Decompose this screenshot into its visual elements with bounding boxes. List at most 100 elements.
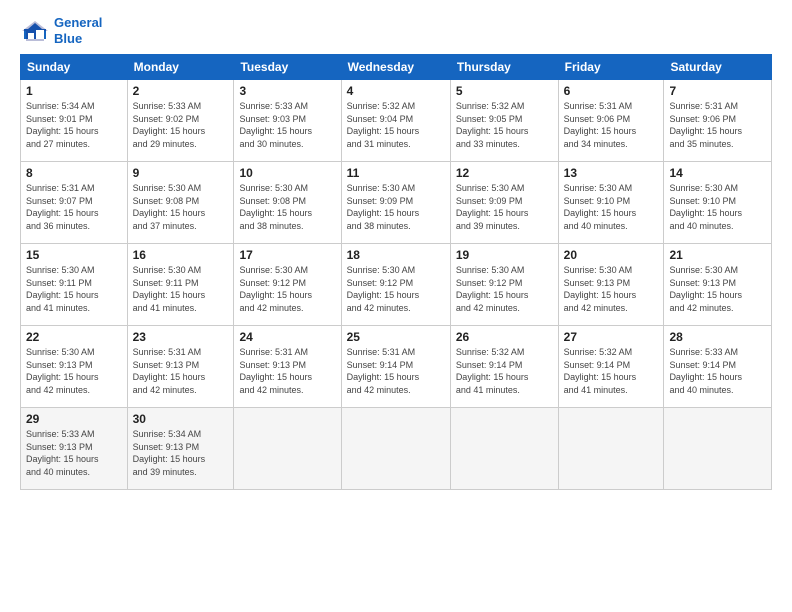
calendar-day-cell: 14 Sunrise: 5:30 AM Sunset: 9:10 PM Dayli… [664,162,772,244]
day-sunrise-sunset-info: Sunrise: 5:30 AM Sunset: 9:10 PM Dayligh… [669,182,766,232]
calendar-day-cell: 4 Sunrise: 5:32 AM Sunset: 9:04 PM Daylig… [341,80,450,162]
calendar-empty-cell [558,408,664,490]
calendar-day-cell: 5 Sunrise: 5:32 AM Sunset: 9:05 PM Daylig… [450,80,558,162]
day-number: 4 [347,84,445,98]
day-sunrise-sunset-info: Sunrise: 5:31 AM Sunset: 9:07 PM Dayligh… [26,182,122,232]
day-number: 30 [133,412,229,426]
day-number: 23 [133,330,229,344]
calendar-empty-cell [664,408,772,490]
day-number: 7 [669,84,766,98]
calendar-day-cell: 10 Sunrise: 5:30 AM Sunset: 9:08 PM Dayli… [234,162,341,244]
day-sunrise-sunset-info: Sunrise: 5:30 AM Sunset: 9:08 PM Dayligh… [239,182,335,232]
header-thursday: Thursday [450,55,558,80]
calendar-day-cell: 16Sunrise: 5:30 AM Sunset: 9:11 PM Dayli… [127,244,234,326]
day-sunrise-sunset-info: Sunrise: 5:32 AM Sunset: 9:14 PM Dayligh… [564,346,659,396]
calendar-day-cell: 15Sunrise: 5:30 AM Sunset: 9:11 PM Dayli… [21,244,128,326]
calendar-day-cell: 2 Sunrise: 5:33 AM Sunset: 9:02 PM Daylig… [127,80,234,162]
day-sunrise-sunset-info: Sunrise: 5:30 AM Sunset: 9:08 PM Dayligh… [133,182,229,232]
day-number: 5 [456,84,553,98]
day-number: 15 [26,248,122,262]
day-number: 14 [669,166,766,180]
day-sunrise-sunset-info: Sunrise: 5:30 AM Sunset: 9:13 PM Dayligh… [669,264,766,314]
calendar-empty-cell [450,408,558,490]
calendar-day-cell: 23 Sunrise: 5:31 AM Sunset: 9:13 PM Dayli… [127,326,234,408]
day-sunrise-sunset-info: Sunrise: 5:31 AM Sunset: 9:06 PM Dayligh… [564,100,659,150]
day-sunrise-sunset-info: Sunrise: 5:32 AM Sunset: 9:05 PM Dayligh… [456,100,553,150]
day-number: 11 [347,166,445,180]
day-sunrise-sunset-info: Sunrise: 5:30 AM Sunset: 9:09 PM Dayligh… [456,182,553,232]
day-sunrise-sunset-info: Sunrise: 5:34 AM Sunset: 9:01 PM Dayligh… [26,100,122,150]
calendar-day-cell: 18Sunrise: 5:30 AM Sunset: 9:12 PM Dayli… [341,244,450,326]
day-sunrise-sunset-info: Sunrise: 5:30 AM Sunset: 9:12 PM Dayligh… [347,264,445,314]
calendar-day-cell: 12 Sunrise: 5:30 AM Sunset: 9:09 PM Dayli… [450,162,558,244]
day-number: 12 [456,166,553,180]
day-number: 22 [26,330,122,344]
day-sunrise-sunset-info: Sunrise: 5:31 AM Sunset: 9:14 PM Dayligh… [347,346,445,396]
day-number: 16 [133,248,229,262]
calendar-week-row: 15Sunrise: 5:30 AM Sunset: 9:11 PM Dayli… [21,244,772,326]
day-sunrise-sunset-info: Sunrise: 5:30 AM Sunset: 9:13 PM Dayligh… [26,346,122,396]
day-number: 10 [239,166,335,180]
day-number: 3 [239,84,335,98]
day-sunrise-sunset-info: Sunrise: 5:32 AM Sunset: 9:04 PM Dayligh… [347,100,445,150]
header-tuesday: Tuesday [234,55,341,80]
calendar-day-cell: 29 Sunrise: 5:33 AM Sunset: 9:13 PM Dayli… [21,408,128,490]
day-number: 9 [133,166,229,180]
header-sunday: Sunday [21,55,128,80]
day-sunrise-sunset-info: Sunrise: 5:30 AM Sunset: 9:12 PM Dayligh… [239,264,335,314]
day-number: 13 [564,166,659,180]
day-number: 19 [456,248,553,262]
calendar-day-cell: 26Sunrise: 5:32 AM Sunset: 9:14 PM Dayli… [450,326,558,408]
header-monday: Monday [127,55,234,80]
calendar-day-cell: 7Sunrise: 5:31 AM Sunset: 9:06 PM Daylig… [664,80,772,162]
calendar-day-cell: 8 Sunrise: 5:31 AM Sunset: 9:07 PM Daylig… [21,162,128,244]
calendar-header-row: Sunday Monday Tuesday Wednesday Thursday… [21,55,772,80]
calendar-day-cell: 11 Sunrise: 5:30 AM Sunset: 9:09 PM Dayli… [341,162,450,244]
day-number: 6 [564,84,659,98]
calendar-week-row: 1 Sunrise: 5:34 AM Sunset: 9:01 PM Daylig… [21,80,772,162]
calendar-week-row: 22 Sunrise: 5:30 AM Sunset: 9:13 PM Dayli… [21,326,772,408]
calendar-empty-cell [234,408,341,490]
logo-icon [20,19,50,43]
day-number: 20 [564,248,659,262]
day-sunrise-sunset-info: Sunrise: 5:33 AM Sunset: 9:13 PM Dayligh… [26,428,122,478]
calendar-day-cell: 22 Sunrise: 5:30 AM Sunset: 9:13 PM Dayli… [21,326,128,408]
day-number: 24 [239,330,335,344]
calendar-day-cell: 21Sunrise: 5:30 AM Sunset: 9:13 PM Dayli… [664,244,772,326]
day-number: 17 [239,248,335,262]
day-number: 8 [26,166,122,180]
logo-text: General Blue [54,15,102,46]
calendar-day-cell: 9 Sunrise: 5:30 AM Sunset: 9:08 PM Daylig… [127,162,234,244]
calendar-empty-cell [341,408,450,490]
day-sunrise-sunset-info: Sunrise: 5:33 AM Sunset: 9:14 PM Dayligh… [669,346,766,396]
day-number: 29 [26,412,122,426]
logo: General Blue [20,15,102,46]
day-sunrise-sunset-info: Sunrise: 5:31 AM Sunset: 9:13 PM Dayligh… [133,346,229,396]
day-number: 28 [669,330,766,344]
calendar-week-row: 8 Sunrise: 5:31 AM Sunset: 9:07 PM Daylig… [21,162,772,244]
day-number: 1 [26,84,122,98]
day-sunrise-sunset-info: Sunrise: 5:33 AM Sunset: 9:02 PM Dayligh… [133,100,229,150]
day-number: 25 [347,330,445,344]
day-sunrise-sunset-info: Sunrise: 5:31 AM Sunset: 9:13 PM Dayligh… [239,346,335,396]
calendar-day-cell: 19 Sunrise: 5:30 AM Sunset: 9:12 PM Dayli… [450,244,558,326]
calendar-day-cell: 24 Sunrise: 5:31 AM Sunset: 9:13 PM Dayli… [234,326,341,408]
day-sunrise-sunset-info: Sunrise: 5:30 AM Sunset: 9:10 PM Dayligh… [564,182,659,232]
day-number: 2 [133,84,229,98]
calendar-day-cell: 17 Sunrise: 5:30 AM Sunset: 9:12 PM Dayli… [234,244,341,326]
calendar-day-cell: 28 Sunrise: 5:33 AM Sunset: 9:14 PM Dayli… [664,326,772,408]
header-saturday: Saturday [664,55,772,80]
day-number: 27 [564,330,659,344]
day-sunrise-sunset-info: Sunrise: 5:30 AM Sunset: 9:13 PM Dayligh… [564,264,659,314]
calendar-day-cell: 30Sunrise: 5:34 AM Sunset: 9:13 PM Dayli… [127,408,234,490]
calendar-table: Sunday Monday Tuesday Wednesday Thursday… [20,54,772,490]
calendar-day-cell: 13 Sunrise: 5:30 AM Sunset: 9:10 PM Dayli… [558,162,664,244]
calendar-day-cell: 1 Sunrise: 5:34 AM Sunset: 9:01 PM Daylig… [21,80,128,162]
calendar-day-cell: 20 Sunrise: 5:30 AM Sunset: 9:13 PM Dayli… [558,244,664,326]
day-sunrise-sunset-info: Sunrise: 5:30 AM Sunset: 9:12 PM Dayligh… [456,264,553,314]
calendar-day-cell: 27 Sunrise: 5:32 AM Sunset: 9:14 PM Dayli… [558,326,664,408]
day-sunrise-sunset-info: Sunrise: 5:33 AM Sunset: 9:03 PM Dayligh… [239,100,335,150]
calendar-week-row: 29 Sunrise: 5:33 AM Sunset: 9:13 PM Dayli… [21,408,772,490]
header-friday: Friday [558,55,664,80]
day-sunrise-sunset-info: Sunrise: 5:30 AM Sunset: 9:09 PM Dayligh… [347,182,445,232]
